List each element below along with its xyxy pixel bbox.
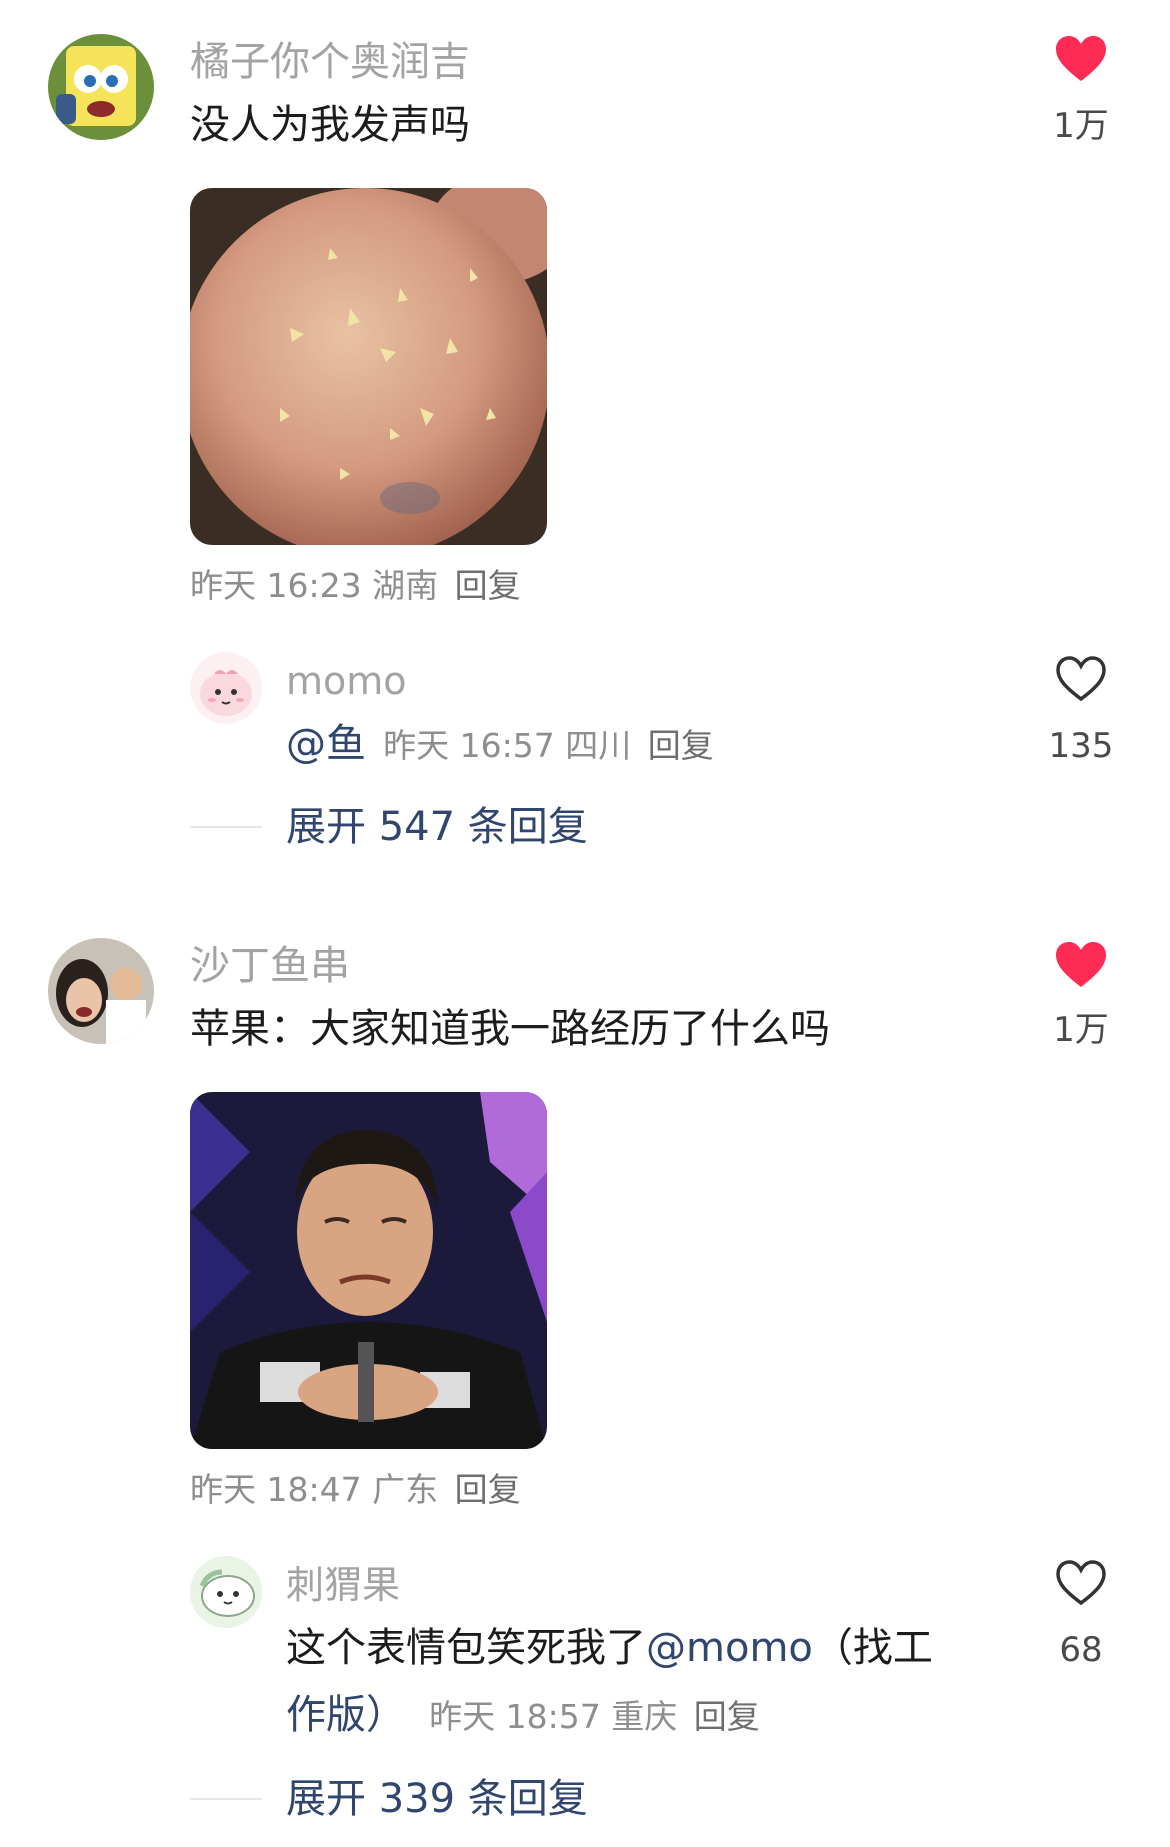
comment-author[interactable]: 橘子你个奥润吉 [190,36,470,88]
reply-author[interactable]: 刺猬果 [286,1560,400,1610]
expand-replies-button[interactable]: 展开 339 条回复 [286,1772,588,1826]
mention-link[interactable]: 作版） [286,1692,406,1738]
divider [190,826,262,828]
comment-time: 昨天 18:47 [190,1470,362,1509]
like-button[interactable] [1036,654,1126,704]
divider [190,1798,262,1800]
reply-text-line2: 作版） 昨天 18:57 重庆 回复 [286,1688,760,1742]
comment-text: 没人为我发声吗 [190,102,470,148]
like-button[interactable] [1036,34,1126,84]
mention-link[interactable]: @鱼 [286,721,366,767]
reply-text-line1: 这个表情包笑死我了@momo（找工 [286,1621,933,1675]
avatar-momo[interactable] [190,652,262,724]
reply-button[interactable]: 回复 [694,1697,760,1736]
avatar-kids[interactable] [48,938,154,1044]
reply-button[interactable]: 回复 [648,726,714,765]
reply-time: 昨天 18:57 [429,1697,601,1736]
heart-outline-icon [1056,1560,1106,1606]
comment-text: 苹果：大家知道我一路经历了什么吗 [190,1006,830,1052]
comment-location: 湖南 [372,566,439,605]
mention-link[interactable]: @momo [646,1625,813,1671]
reply-body: @鱼 昨天 16:57 四川 回复 [286,717,714,771]
like-button[interactable] [1036,940,1126,990]
crying-man-meme-photo[interactable] [190,1092,547,1449]
avatar-spongebob[interactable] [48,34,154,140]
reply-time: 昨天 16:57 [383,726,555,765]
like-count: 68 [1059,1630,1103,1670]
reply-button[interactable]: 回复 [455,566,521,605]
comment-location: 广东 [372,1470,439,1509]
comment-meta: 昨天 18:47 广东 回复 [190,1468,521,1512]
comment-meta: 昨天 16:23 湖南 回复 [190,564,521,608]
reply-text: （找工 [812,1625,933,1671]
heart-filled-icon [1056,36,1106,81]
reply-button[interactable]: 回复 [455,1470,521,1509]
expand-replies-button[interactable]: 展开 547 条回复 [286,800,588,854]
comment-author[interactable]: 沙丁鱼串 [190,940,350,992]
reply-location: 重庆 [611,1697,678,1736]
heart-outline-icon [1056,656,1106,702]
reply-text: 这个表情包笑死我了 [286,1625,646,1671]
heart-filled-icon [1056,942,1106,987]
reply-author[interactable]: momo [286,656,407,706]
reply-location: 四川 [565,726,632,765]
like-count: 135 [1048,726,1114,766]
comment-time: 昨天 16:23 [190,566,362,605]
like-button[interactable] [1036,1558,1126,1608]
apple-with-stems-photo[interactable] [190,188,547,545]
like-count: 1万 [1053,1010,1109,1050]
avatar-hedgehog[interactable] [190,1556,262,1628]
like-count: 1万 [1053,106,1109,146]
